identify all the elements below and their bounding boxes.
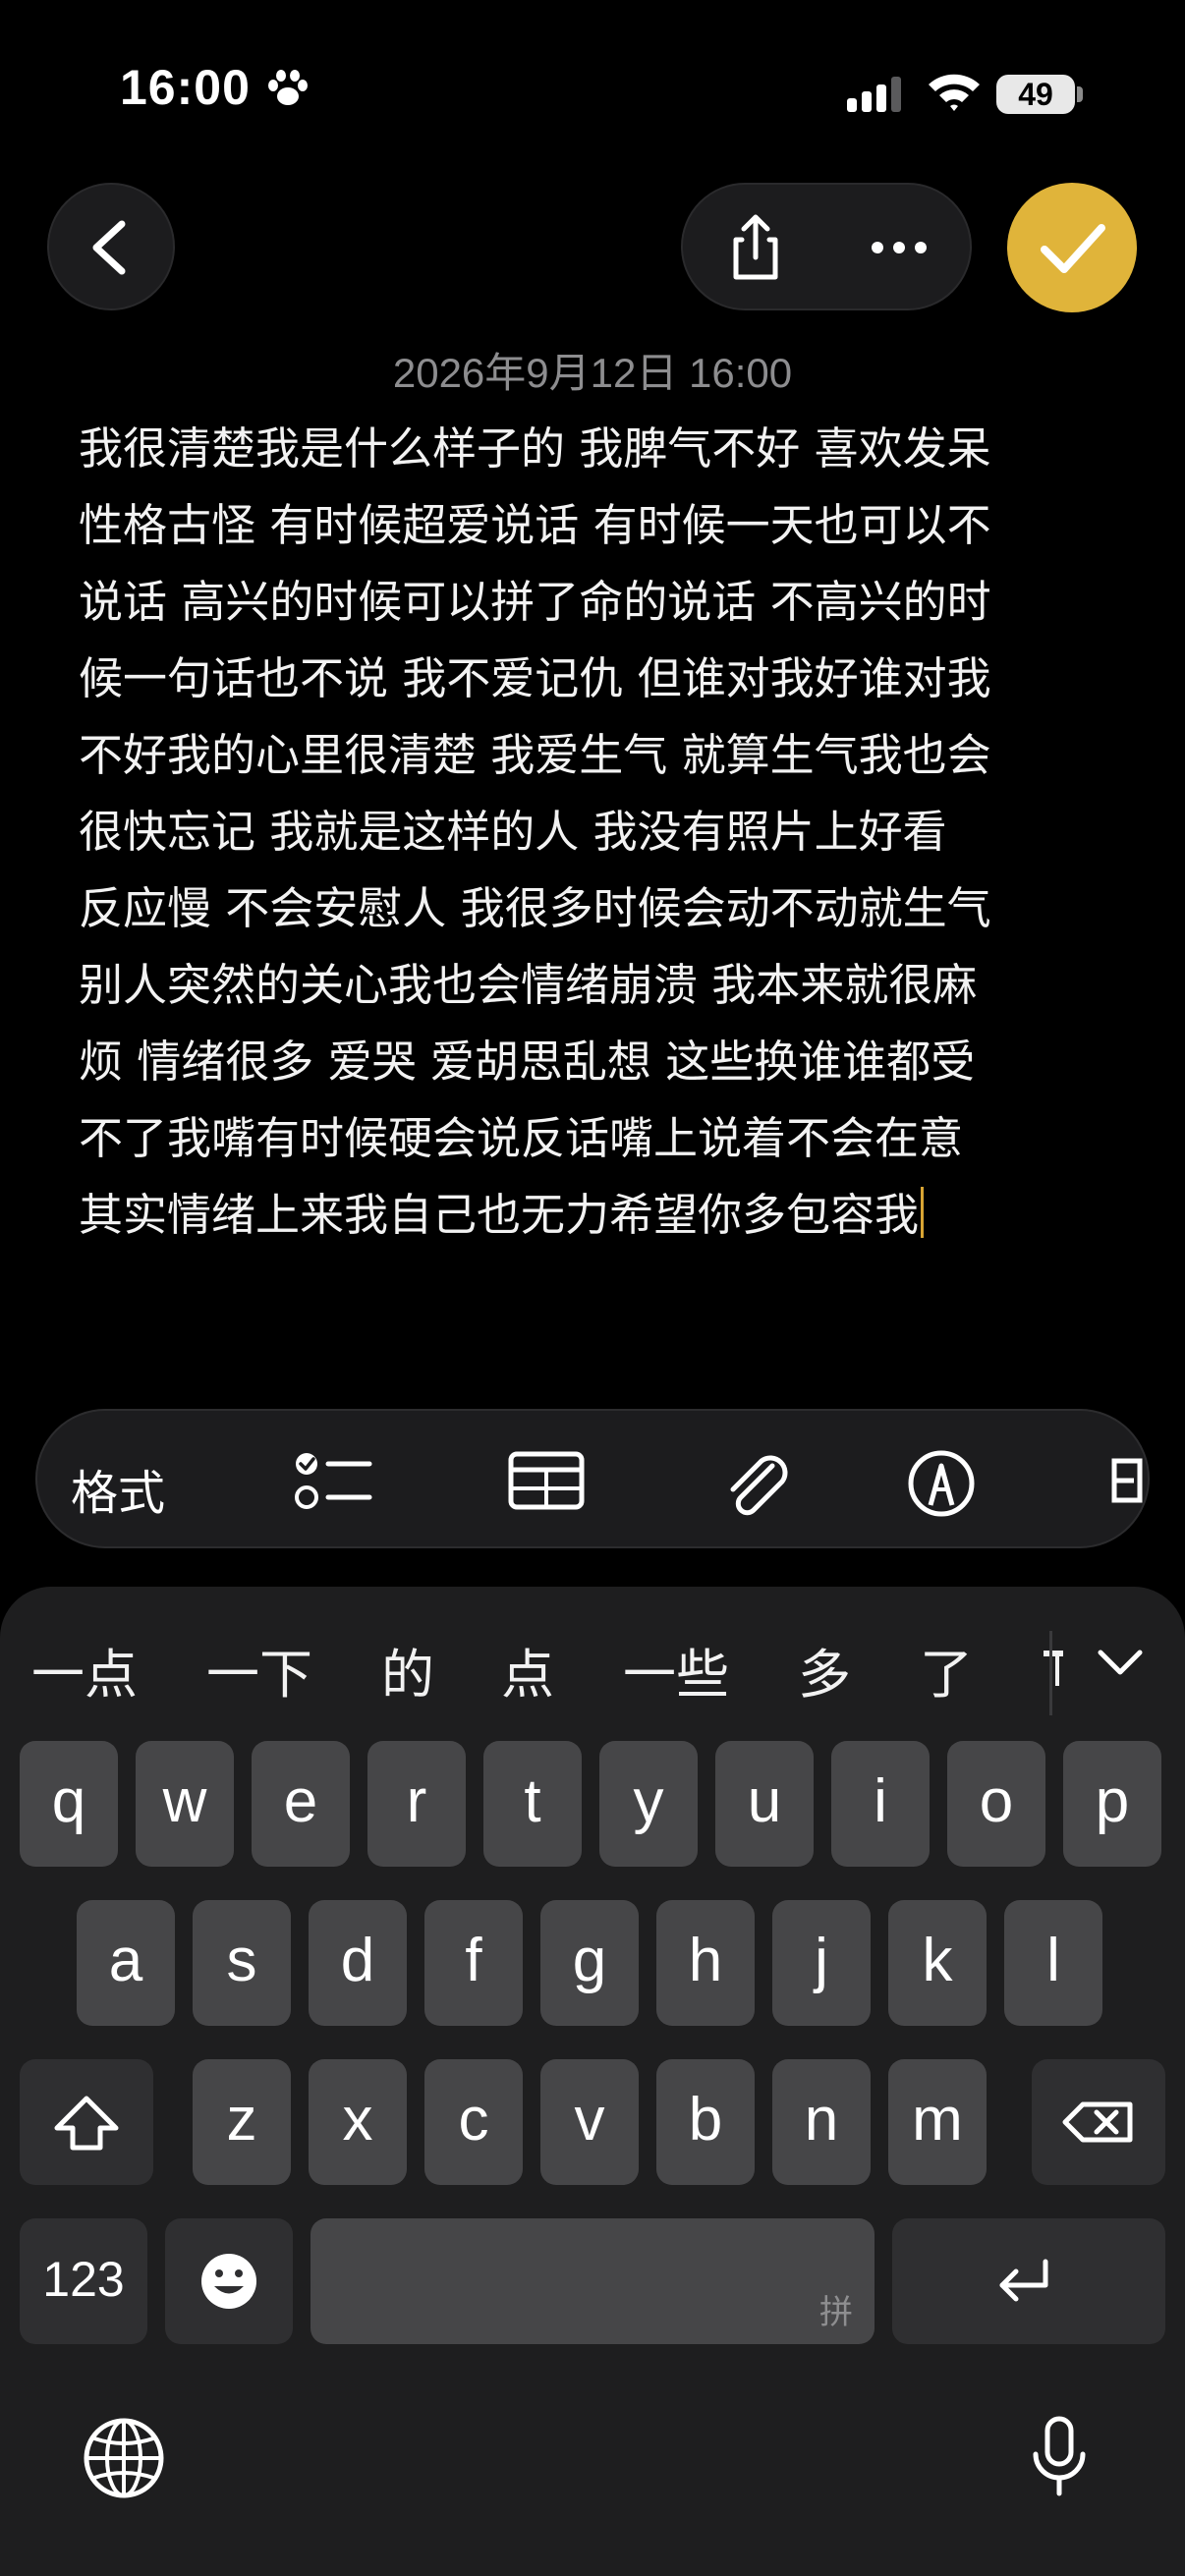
delete-key[interactable]: [1032, 2059, 1165, 2185]
candidate-word[interactable]: 一点: [31, 1631, 138, 1708]
battery-cap: [1077, 86, 1083, 102]
formatting-toolbar: 格式: [35, 1409, 1150, 1548]
note-line: 不了我嘴有时候硬会说反话嘴上说着不会在意: [79, 1112, 964, 1164]
done-button[interactable]: [1007, 183, 1137, 312]
paw-icon: [267, 69, 309, 108]
key-s[interactable]: s: [193, 1900, 291, 2026]
more-tools-icon[interactable]: [1110, 1446, 1148, 1515]
candidate-word[interactable]: 的: [381, 1631, 434, 1708]
key-d[interactable]: d: [309, 1900, 407, 2026]
text-cursor: [921, 1187, 925, 1238]
markup-pen-icon[interactable]: [904, 1446, 979, 1521]
key-x[interactable]: x: [309, 2059, 407, 2185]
key-b[interactable]: b: [656, 2059, 755, 2185]
candidate-word[interactable]: 一下: [206, 1631, 312, 1708]
key-j[interactable]: j: [772, 1900, 871, 2026]
chevron-down-icon: [1098, 1650, 1143, 1675]
key-u[interactable]: u: [715, 1741, 814, 1867]
key-h[interactable]: h: [656, 1900, 755, 2026]
status-time: 16:00: [120, 60, 251, 115]
shift-key[interactable]: [20, 2059, 153, 2185]
note-line: 烦 情绪很多 爱哭 爱胡思乱想 这些换谁谁都受: [79, 1036, 976, 1088]
note-line: 性格古怪 有时候超爱说话 有时候一天也可以不: [79, 499, 991, 551]
note-line: 我很清楚我是什么样子的 我脾气不好 喜欢发呆: [79, 422, 991, 475]
ellipsis-icon: [872, 242, 927, 253]
candidate-word[interactable]: 了: [920, 1631, 973, 1708]
candidate-word[interactable]: 一些: [623, 1631, 729, 1708]
key-v[interactable]: v: [540, 2059, 639, 2185]
checklist-icon[interactable]: [293, 1446, 375, 1515]
candidate-word[interactable]: 点: [501, 1631, 554, 1708]
emoji-key[interactable]: [165, 2218, 293, 2344]
key-l[interactable]: l: [1004, 1900, 1102, 2026]
key-g[interactable]: g: [540, 1900, 639, 2026]
battery-indicator: 49: [996, 75, 1075, 114]
key-n[interactable]: n: [772, 2059, 871, 2185]
key-r[interactable]: r: [367, 1741, 466, 1867]
note-line: 很快忘记 我就是这样的人 我没有照片上好看: [79, 806, 947, 858]
note-text-editor[interactable]: 我很清楚我是什么样子的 我脾气不好 喜欢发呆 性格古怪 有时候超爱说话 有时候一…: [79, 411, 1130, 1254]
pinyin-hint: 拼: [819, 2294, 853, 2331]
chevron-left-icon: [92, 220, 126, 275]
format-button[interactable]: 格式: [71, 1454, 165, 1523]
note-last-line: 其实情绪上来我自己也无力希望你多包容我: [79, 1177, 1130, 1254]
key-z[interactable]: z: [193, 2059, 291, 2185]
key-m[interactable]: m: [888, 2059, 987, 2185]
key-q[interactable]: q: [20, 1741, 118, 1867]
key-a[interactable]: a: [77, 1900, 175, 2026]
key-o[interactable]: o: [947, 1741, 1045, 1867]
expand-candidates-button[interactable]: [1091, 1641, 1150, 1684]
key-c[interactable]: c: [424, 2059, 523, 2185]
note-actions-pill: [681, 183, 972, 310]
globe-button[interactable]: [81, 2415, 167, 2501]
paperclip-icon[interactable]: [715, 1446, 794, 1521]
key-f[interactable]: f: [424, 1900, 523, 2026]
note-line: 候一句话也不说 我不爱记仇 但谁对我好谁对我: [79, 652, 991, 704]
wifi-icon: [927, 69, 982, 112]
battery-level: 49: [1018, 77, 1053, 112]
return-icon: [999, 2259, 1048, 2302]
backspace-icon: [1062, 2101, 1133, 2143]
return-key[interactable]: [892, 2218, 1165, 2344]
note-line: 反应慢 不会安慰人 我很多时候会动不动就生气: [79, 882, 991, 934]
note-line: 不好我的心里很清楚 我爱生气 就算生气我也会: [79, 729, 991, 781]
space-bar[interactable]: 拼: [310, 2218, 875, 2344]
shift-arrow-icon: [54, 2096, 119, 2151]
key-p[interactable]: p: [1063, 1741, 1161, 1867]
microphone-icon: [1033, 2416, 1086, 2496]
numbers-key[interactable]: 123: [20, 2218, 147, 2344]
table-icon[interactable]: [507, 1446, 586, 1515]
key-e[interactable]: e: [252, 1741, 350, 1867]
note-date: 2026年9月12日 16:00: [392, 350, 793, 396]
checkmark-icon: [1041, 224, 1105, 273]
note-line: 说话 高兴的时候可以拼了命的说话 不高兴的时: [79, 576, 991, 628]
back-button[interactable]: [47, 183, 175, 310]
key-k[interactable]: k: [888, 1900, 987, 2026]
dictation-button[interactable]: [1026, 2413, 1093, 2503]
share-button[interactable]: [712, 204, 799, 291]
cellular-signal-icon: [847, 77, 906, 112]
candidate-word[interactable]: 多: [798, 1631, 851, 1708]
key-i[interactable]: i: [831, 1741, 930, 1867]
key-t[interactable]: t: [483, 1741, 582, 1867]
globe-icon: [84, 2418, 164, 2498]
note-line: 别人突然的关心我也会情绪崩溃 我本来就很麻: [79, 959, 978, 1011]
emoji-icon: [201, 2254, 256, 2309]
note-line: 其实情绪上来我自己也无力希望你多包容我: [79, 1189, 920, 1241]
more-options-button[interactable]: [856, 204, 942, 291]
share-icon: [733, 214, 778, 280]
candidate-overflow: [1044, 1637, 1075, 1690]
key-y[interactable]: y: [599, 1741, 698, 1867]
candidate-divider: [1049, 1631, 1052, 1715]
key-w[interactable]: w: [136, 1741, 234, 1867]
